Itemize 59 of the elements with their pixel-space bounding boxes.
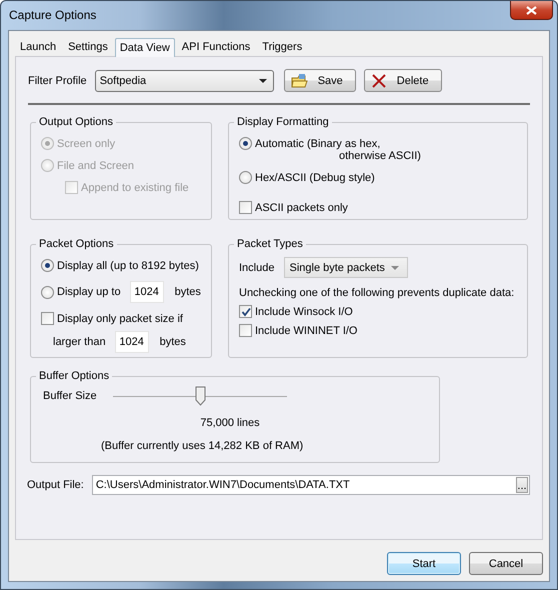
radio-button[interactable]	[41, 286, 54, 298]
window-title: Capture Options	[9, 8, 96, 22]
option-label: Display all (up to 8192 bytes)	[57, 260, 199, 272]
dialog-button[interactable]: Start	[387, 552, 461, 575]
group-title: Buffer Options	[39, 370, 110, 382]
unit-label: bytes	[174, 286, 201, 298]
option-label: Screen only	[57, 138, 116, 150]
include-dropdown[interactable]: Single byte packets	[284, 257, 408, 278]
number-field[interactable]: 1024	[114, 331, 149, 353]
checkbox[interactable]	[239, 305, 252, 318]
close-icon	[526, 6, 537, 14]
close-button[interactable]	[510, 1, 553, 20]
radio-button[interactable]	[239, 171, 252, 184]
group-title: Output Options	[39, 116, 113, 128]
group-title: Display Formatting	[237, 116, 329, 128]
field-label: Output File:	[27, 479, 84, 491]
option-label: Automatic (Binary as hex,	[255, 138, 380, 150]
option-label: Include Winsock I/O	[255, 306, 353, 318]
checkbox[interactable]	[239, 201, 252, 214]
group-title: Packet Types	[237, 238, 303, 250]
check-icon	[240, 306, 250, 316]
option-label: otherwise ASCII)	[338, 150, 422, 162]
reading-text: 75,000 lines	[199, 417, 261, 429]
checkbox[interactable]	[41, 312, 54, 325]
save-button[interactable]: Save	[284, 69, 356, 92]
group-title: Packet Options	[39, 238, 114, 250]
option-label: Append to existing file	[81, 182, 189, 194]
radio-button[interactable]	[239, 137, 252, 150]
field-label: Filter Profile	[28, 74, 87, 86]
delete-icon	[370, 72, 387, 88]
option-label: ASCII packets only	[255, 202, 348, 214]
path-field[interactable]: C:\Users\Administrator.WIN7\Documents\DATA.TXT ...	[92, 475, 530, 495]
note-text: Unchecking one of the following prevents duplicate data:	[239, 287, 516, 299]
option-label: Include WININET I/O	[255, 324, 358, 336]
dialog-button[interactable]: Cancel	[469, 552, 543, 575]
caret-icon	[391, 266, 400, 270]
profile-dropdown[interactable]: Softpedia	[94, 70, 274, 92]
tab[interactable]: Launch	[15, 38, 62, 56]
slider-thumb[interactable]	[194, 386, 206, 406]
browse-button[interactable]: ...	[516, 477, 528, 493]
option-label: Hex/ASCII (Debug style)	[255, 172, 375, 184]
field-label: Include	[239, 262, 274, 274]
field-label: Buffer Size	[43, 390, 97, 402]
delete-button[interactable]: Delete	[364, 69, 442, 92]
radio-button[interactable]	[41, 259, 54, 272]
tab[interactable]: Settings	[63, 38, 113, 56]
tab[interactable]: Data View	[114, 38, 175, 57]
option-label: Display up to	[57, 286, 121, 298]
folder-icon	[290, 73, 308, 88]
option-label: Display only packet size if	[57, 312, 183, 324]
unit-label: bytes	[160, 336, 186, 348]
caret-icon	[258, 78, 267, 82]
note-text: (Buffer currently uses 14,282 KB of RAM)	[100, 440, 304, 452]
field-label: larger than	[53, 336, 106, 348]
tab[interactable]: API Functions	[176, 38, 256, 56]
tab[interactable]: Triggers	[257, 38, 308, 56]
option-label: File and Screen	[57, 160, 134, 172]
number-field[interactable]: 1024	[130, 281, 164, 303]
checkbox[interactable]	[239, 324, 252, 337]
